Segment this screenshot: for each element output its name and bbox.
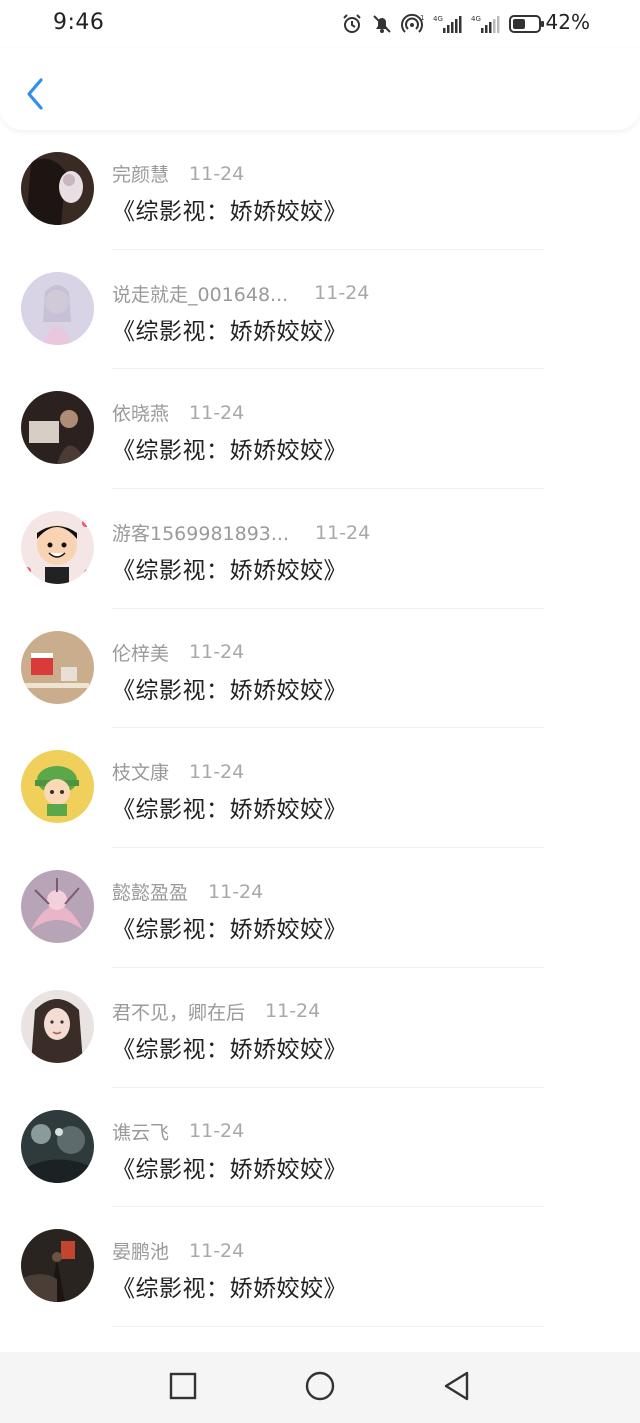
home-button[interactable] — [302, 1368, 338, 1404]
svg-text:4G: 4G — [433, 15, 443, 23]
item-title: 《综影视：娇娇姣姣》 — [112, 1156, 347, 1183]
chapter-list: 完颜慧 11-24 《综影视：娇娇姣姣》 说走就走_001648... 11-2… — [0, 130, 640, 1327]
back-nav-button[interactable] — [438, 1368, 474, 1404]
list-item[interactable]: 枝文康 11-24 《综影视：娇娇姣姣》 — [0, 728, 640, 849]
author-name: 伦梓美 — [112, 642, 170, 665]
item-date: 11-24 — [189, 401, 245, 424]
status-time: 9:46 — [53, 10, 105, 35]
item-date: 11-24 — [189, 1239, 245, 1262]
list-item[interactable]: 伦梓美 11-24 《综影视：娇娇姣姣》 — [0, 609, 640, 729]
item-date: 11-24 — [265, 1000, 321, 1023]
item-meta: 晏鹏池 11-24 — [112, 1237, 244, 1264]
list-item[interactable]: 游客1569981893... 11-24 《综影视：娇娇姣姣》 — [0, 489, 640, 609]
divider — [112, 1325, 544, 1327]
recents-button[interactable] — [165, 1368, 201, 1404]
list-item[interactable]: 君不见，卿在后 11-24 《综影视：娇娇姣姣》 — [0, 968, 640, 1088]
battery-icon — [509, 14, 545, 34]
item-meta: 游客1569981893... 11-24 — [112, 519, 370, 546]
chevron-left-icon — [27, 78, 43, 110]
author-name: 枝文康 — [112, 762, 170, 785]
avatar — [21, 511, 94, 585]
author-name: 谯云飞 — [112, 1121, 170, 1144]
item-title: 《综影视：娇娇姣姣》 — [112, 1036, 347, 1063]
item-date: 11-24 — [189, 641, 245, 664]
item-title: 《综影视：娇娇姣姣》 — [112, 677, 347, 704]
back-triangle-icon — [444, 1371, 469, 1401]
author-name: 懿懿盈盈 — [112, 882, 189, 905]
item-meta: 伦梓美 11-24 — [112, 639, 244, 666]
avatar — [21, 750, 94, 824]
signal-icon: 4G — [471, 13, 501, 35]
status-icons: 1 4G 4G — [341, 12, 545, 36]
item-meta: 君不见，卿在后 11-24 — [112, 998, 320, 1025]
item-title: 《综影视：娇娇姣姣》 — [112, 1276, 347, 1303]
author-name: 晏鹏池 — [112, 1241, 170, 1264]
avatar — [21, 152, 94, 225]
item-title: 《综影视：娇娇姣姣》 — [112, 797, 347, 824]
item-title: 《综影视：娇娇姣姣》 — [112, 917, 347, 944]
item-title: 《综影视：娇娇姣姣》 — [112, 438, 347, 465]
list-item[interactable]: 说走就走_001648... 11-24 《综影视：娇娇姣姣》 — [0, 250, 640, 370]
avatar — [21, 391, 94, 465]
hotspot-icon: 1 — [401, 13, 425, 35]
author-name: 游客1569981893... — [112, 523, 290, 546]
avatar — [21, 271, 94, 345]
list-item[interactable]: 谯云飞 11-24 《综影视：娇娇姣姣》 — [0, 1088, 640, 1208]
item-meta: 依晓燕 11-24 — [112, 399, 244, 426]
author-name: 君不见，卿在后 — [112, 1001, 246, 1024]
item-date: 11-24 — [314, 282, 370, 305]
list-item[interactable]: 依晓燕 11-24 《综影视：娇娇姣姣》 — [0, 369, 640, 490]
system-nav-bar — [0, 1352, 640, 1423]
author-name: 说走就走_001648... — [112, 283, 289, 306]
list-item[interactable]: 晏鹏池 11-24 《综影视：娇娇姣姣》 — [0, 1207, 640, 1327]
item-date: 11-24 — [208, 880, 264, 903]
avatar — [21, 1109, 94, 1183]
item-title: 《综影视：娇娇姣姣》 — [112, 318, 347, 345]
battery-percent: 42% — [545, 10, 590, 34]
list-item[interactable]: 完颜慧 11-24 《综影视：娇娇姣姣》 — [0, 130, 640, 250]
status-bar: 9:46 1 4G 4G 42% — [0, 0, 640, 48]
item-date: 11-24 — [315, 521, 371, 544]
item-meta: 懿懿盈盈 11-24 — [112, 878, 263, 905]
alarm-icon — [341, 13, 363, 35]
avatar — [21, 1229, 94, 1303]
svg-text:1: 1 — [420, 14, 424, 22]
item-title: 《综影视：娇娇姣姣》 — [112, 558, 347, 585]
author-name: 依晓燕 — [112, 403, 170, 426]
item-date: 11-24 — [189, 1120, 245, 1142]
item-date: 11-24 — [189, 760, 245, 783]
svg-text:4G: 4G — [471, 15, 481, 23]
signal-icon: 4G — [433, 13, 463, 35]
item-date: 11-24 — [189, 162, 245, 185]
item-meta: 枝文康 11-24 — [112, 758, 244, 785]
avatar — [21, 989, 94, 1063]
item-meta: 说走就走_001648... 11-24 — [112, 280, 369, 307]
avatar — [21, 630, 94, 704]
recents-square-icon — [169, 1372, 197, 1400]
item-meta: 完颜慧 11-24 — [112, 160, 244, 187]
app-header — [0, 48, 640, 130]
back-button[interactable] — [18, 74, 52, 114]
mute-icon — [371, 13, 393, 35]
list-item[interactable]: 懿懿盈盈 11-24 《综影视：娇娇姣姣》 — [0, 848, 640, 968]
avatar — [21, 870, 94, 944]
home-circle-icon — [305, 1371, 335, 1401]
item-meta: 谯云飞 11-24 — [112, 1118, 244, 1145]
item-title: 《综影视：娇娇姣姣》 — [112, 199, 347, 225]
author-name: 完颜慧 — [112, 164, 170, 186]
